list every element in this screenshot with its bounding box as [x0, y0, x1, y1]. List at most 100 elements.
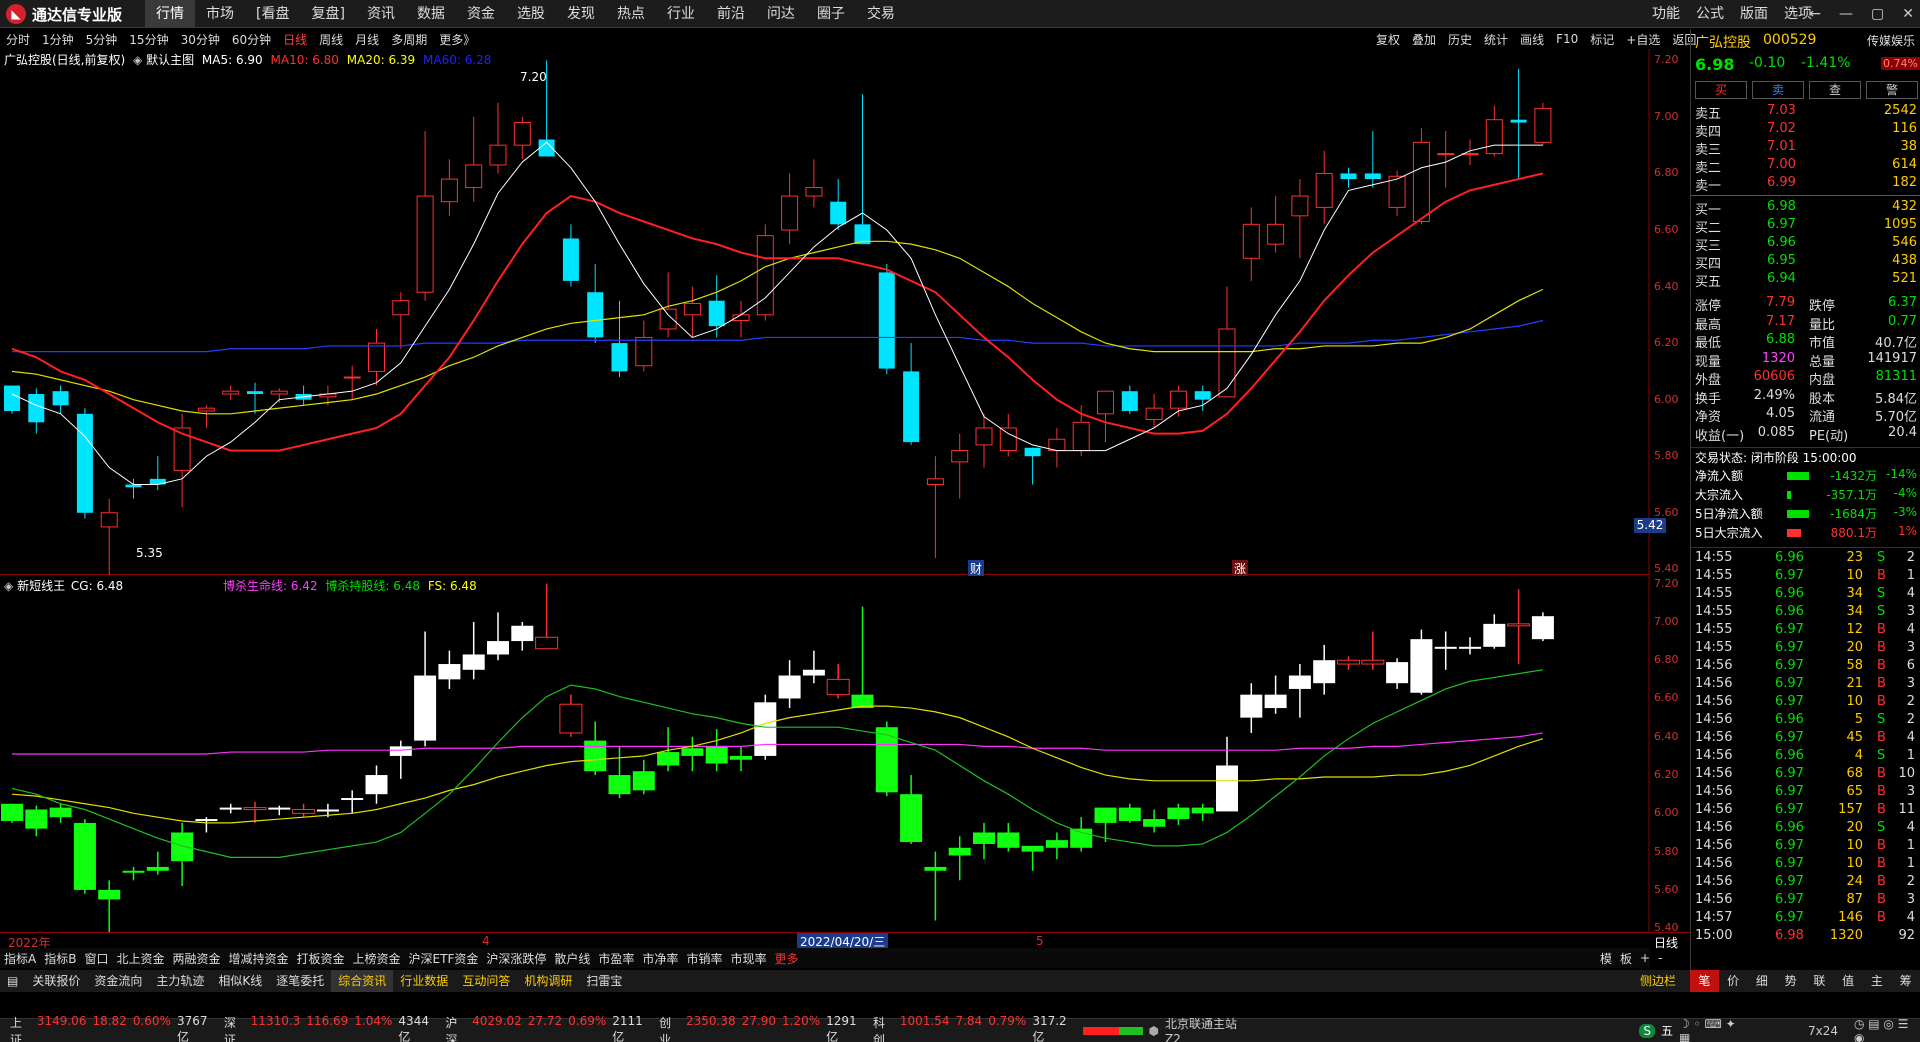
- ime-tools-icon[interactable]: ☽ ◦ ⌨ ✦ ▦: [1679, 1017, 1748, 1042]
- close-icon[interactable]: ✕: [1902, 6, 1914, 22]
- menu-item-10[interactable]: 行业: [656, 0, 706, 28]
- indicator-tab-5[interactable]: 增减持资金: [225, 950, 293, 967]
- indicator-tab-4[interactable]: 两融资金: [168, 950, 224, 967]
- toolbar-btn-6[interactable]: 标记: [1584, 31, 1620, 48]
- menu-item-13[interactable]: 圈子: [806, 0, 856, 28]
- finance-badge[interactable]: 财: [968, 560, 985, 577]
- gear-icon[interactable]: ◈: [133, 53, 142, 67]
- back-arrow-icon[interactable]: ←: [1809, 6, 1821, 22]
- indicator-tab-8[interactable]: 沪深ETF资金: [405, 950, 483, 967]
- bottom-tab-5[interactable]: 综合资讯: [331, 970, 394, 992]
- menu-item-5[interactable]: 数据: [406, 0, 456, 28]
- index-field[interactable]: 科创: [873, 1014, 894, 1042]
- menu-item-6[interactable]: 资金: [456, 0, 506, 28]
- period-2[interactable]: 5分钟: [80, 31, 124, 48]
- indicator-tab-3[interactable]: 北上资金: [112, 950, 168, 967]
- menu-item-9[interactable]: 热点: [606, 0, 656, 28]
- toolbar-btn-4[interactable]: 画线: [1514, 31, 1550, 48]
- toolbar-btn-7[interactable]: +自选: [1620, 31, 1666, 48]
- indicator-tab-right-2[interactable]: +: [1640, 951, 1650, 965]
- bottom-tab-8[interactable]: 机构调研: [517, 970, 579, 992]
- order-book-row[interactable]: 买四 6.95 438: [1691, 253, 1920, 272]
- trade-button-1[interactable]: 卖: [1752, 81, 1804, 99]
- limit-up-badge[interactable]: 涨: [1232, 560, 1249, 577]
- menu-item-1[interactable]: 市场: [195, 0, 245, 28]
- bottom-tab-7[interactable]: 互动问答: [455, 970, 517, 992]
- panel-tab-3[interactable]: 势: [1776, 970, 1805, 992]
- bottom-tab-1[interactable]: 资金流向: [87, 970, 149, 992]
- indicator-tab-12[interactable]: 市净率: [638, 950, 682, 967]
- menu-item-0[interactable]: 行情: [145, 0, 195, 28]
- menu-item-7[interactable]: 选股: [506, 0, 556, 28]
- panel-tab-2[interactable]: 细: [1748, 970, 1777, 992]
- menu-item-11[interactable]: 前沿: [706, 0, 756, 28]
- expand-icon[interactable]: ▤: [0, 970, 25, 992]
- panel-tab-7[interactable]: 筹: [1891, 970, 1920, 992]
- menu-item-2[interactable]: [看盘: [245, 0, 300, 28]
- right-menu-item-2[interactable]: 版面: [1732, 0, 1776, 28]
- bottom-tab-6[interactable]: 行业数据: [393, 970, 455, 992]
- index-field[interactable]: 沪深: [445, 1014, 466, 1042]
- toolbar-btn-0[interactable]: 复权: [1370, 31, 1406, 48]
- indicator-tab-15[interactable]: 更多: [770, 950, 802, 967]
- indicator-tab-14[interactable]: 市现率: [726, 950, 770, 967]
- panel-tab-0[interactable]: 笔: [1690, 970, 1719, 992]
- toolbar-btn-2[interactable]: 历史: [1442, 31, 1478, 48]
- indicator-tab-11[interactable]: 市盈率: [594, 950, 638, 967]
- panel-tab-1[interactable]: 价: [1719, 970, 1748, 992]
- period-6[interactable]: 日线: [277, 31, 313, 48]
- toolbar-btn-1[interactable]: 叠加: [1406, 31, 1442, 48]
- order-book-row[interactable]: 卖一 6.99 182: [1691, 175, 1920, 194]
- order-book-row[interactable]: 买三 6.96 546: [1691, 235, 1920, 254]
- trade-button-3[interactable]: 警: [1866, 81, 1918, 99]
- tick-list[interactable]: 14:55 6.96 23 S 2 14:55 6.97 10 B 1 14:55 6.96 34 S 4 1…: [1691, 547, 1920, 947]
- order-book-row[interactable]: 卖三 7.01 38: [1691, 139, 1920, 158]
- period-10[interactable]: 更多》: [433, 31, 481, 48]
- bottom-tab-0[interactable]: 关联报价: [25, 970, 87, 992]
- app-logo[interactable]: ◣ 通达信专业版: [6, 4, 122, 24]
- right-menu-item-0[interactable]: 功能: [1644, 0, 1688, 28]
- indicator-tab-right-1[interactable]: 板: [1620, 950, 1632, 967]
- order-book-row[interactable]: 卖五 7.03 2542: [1691, 103, 1920, 122]
- bottom-tab-3[interactable]: 相似K线: [211, 970, 269, 992]
- index-field[interactable]: 上证: [10, 1014, 31, 1042]
- indicator-tab-10[interactable]: 散户线: [550, 950, 594, 967]
- indicator-tab-7[interactable]: 上榜资金: [349, 950, 405, 967]
- indicator-tab-2[interactable]: 窗口: [80, 950, 112, 967]
- ime-mode[interactable]: 五: [1661, 1022, 1673, 1039]
- toolbar-btn-5[interactable]: F10: [1550, 32, 1584, 46]
- clock-label[interactable]: 7x24: [1808, 1024, 1838, 1038]
- indicator-chart[interactable]: [0, 576, 1650, 932]
- main-kline-chart[interactable]: [0, 49, 1650, 575]
- indicator-tab-9[interactable]: 沪深涨跌停: [482, 950, 550, 967]
- bottom-tab-9[interactable]: 扫雷宝: [579, 970, 629, 992]
- menu-item-3[interactable]: 复盘]: [300, 0, 355, 28]
- trade-button-0[interactable]: 买: [1695, 81, 1747, 99]
- bottom-tab-4[interactable]: 逐笔委托: [269, 970, 331, 992]
- toolbar-btn-3[interactable]: 统计: [1478, 31, 1514, 48]
- panel-tab-4[interactable]: 联: [1805, 970, 1834, 992]
- menu-item-12[interactable]: 问达: [756, 0, 806, 28]
- period-0[interactable]: 分时: [0, 31, 36, 48]
- order-book-row[interactable]: 买一 6.98 432: [1691, 199, 1920, 218]
- right-menu-item-1[interactable]: 公式: [1688, 0, 1732, 28]
- indicator-tab-0[interactable]: 指标A: [0, 950, 40, 967]
- panel-tab-5[interactable]: 值: [1834, 970, 1863, 992]
- server-name[interactable]: 北京联通主站Z2: [1165, 1015, 1249, 1042]
- industry-tag[interactable]: 传媒娱乐: [1867, 32, 1915, 49]
- panel-tab-6[interactable]: 主: [1863, 970, 1892, 992]
- restore-icon[interactable]: ▢: [1871, 6, 1884, 22]
- index-field[interactable]: 创业: [659, 1014, 680, 1042]
- menu-item-8[interactable]: 发现: [556, 0, 606, 28]
- gear-icon[interactable]: ◈: [4, 579, 13, 593]
- bottom-tab-2[interactable]: 主力轨迹: [149, 970, 211, 992]
- minimize-icon[interactable]: —: [1839, 6, 1853, 22]
- period-8[interactable]: 月线: [349, 31, 385, 48]
- period-7[interactable]: 周线: [313, 31, 349, 48]
- indicator-tab-13[interactable]: 市销率: [682, 950, 726, 967]
- period-1[interactable]: 1分钟: [36, 31, 80, 48]
- period-5[interactable]: 60分钟: [226, 31, 277, 48]
- tray-icons[interactable]: ◷ ▤ ◎ ☰ ◉: [1854, 1017, 1920, 1042]
- trade-button-2[interactable]: 查: [1809, 81, 1861, 99]
- ime-icon[interactable]: S: [1639, 1023, 1655, 1038]
